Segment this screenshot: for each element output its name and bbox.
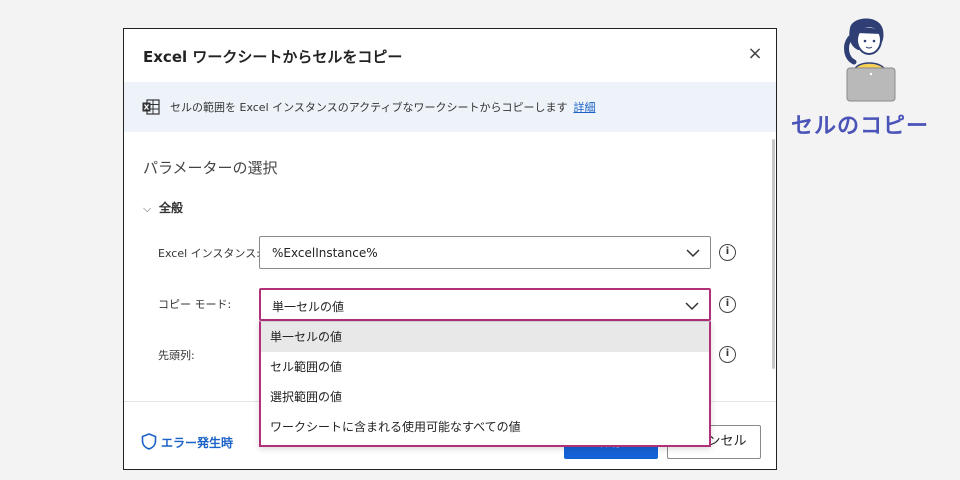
section-title: パラメーターの選択: [143, 159, 278, 177]
on-error-label: エラー発生時: [161, 436, 234, 450]
info-description: セルの範囲を Excel インスタンスのアクティブなワークシートからコピーします: [170, 101, 568, 114]
info-icon[interactable]: i: [719, 244, 736, 261]
copy-cells-dialog: Excel ワークシートからセルをコピー × セルの範囲を Excel インスタ…: [123, 28, 777, 470]
copy-mode-value: 単一セルの値: [272, 300, 345, 314]
dropdown-option[interactable]: ワークシートに含まれる使用可能なすべての値: [261, 412, 709, 442]
group-general-label: 全般: [159, 201, 184, 215]
excel-icon: [142, 99, 160, 115]
dropdown-option[interactable]: セル範囲の値: [261, 352, 709, 382]
dropdown-option[interactable]: 単一セルの値: [261, 322, 709, 352]
group-general-toggle[interactable]: ⌵ 全般: [143, 199, 183, 216]
dropdown-option[interactable]: 選択範囲の値: [261, 382, 709, 412]
copy-mode-label: コピー モード:: [158, 298, 232, 311]
copy-mode-select[interactable]: 単一セルの値: [259, 288, 711, 321]
dialog-title: Excel ワークシートからセルをコピー: [143, 48, 403, 66]
side-caption: セルのコピー: [791, 114, 930, 139]
copy-mode-dropdown: 単一セルの値 セル範囲の値 選択範囲の値 ワークシートに含まれる使用可能なすべて…: [259, 321, 711, 447]
info-icon[interactable]: i: [719, 346, 736, 363]
details-link[interactable]: 詳細: [573, 101, 595, 114]
person-at-laptop-illustration: [844, 18, 896, 102]
scrollbar-thumb[interactable]: [772, 139, 775, 369]
chevron-down-icon: ⌵: [143, 202, 152, 215]
shield-icon: [141, 433, 157, 450]
info-icon[interactable]: i: [719, 296, 736, 313]
excel-instance-label: Excel インスタンス:: [158, 247, 260, 260]
info-banner: セルの範囲を Excel インスタンスのアクティブなワークシートからコピーします…: [124, 82, 776, 132]
chevron-down-icon: [686, 249, 700, 258]
close-icon[interactable]: ×: [744, 43, 766, 65]
first-column-label: 先頭列:: [158, 349, 195, 362]
on-error-button[interactable]: エラー発生時: [141, 433, 233, 451]
info-text: セルの範囲を Excel インスタンスのアクティブなワークシートからコピーします…: [170, 99, 595, 115]
excel-instance-select[interactable]: %ExcelInstance%: [259, 236, 711, 269]
excel-instance-value: %ExcelInstance%: [272, 246, 378, 260]
chevron-down-icon: [685, 302, 699, 311]
